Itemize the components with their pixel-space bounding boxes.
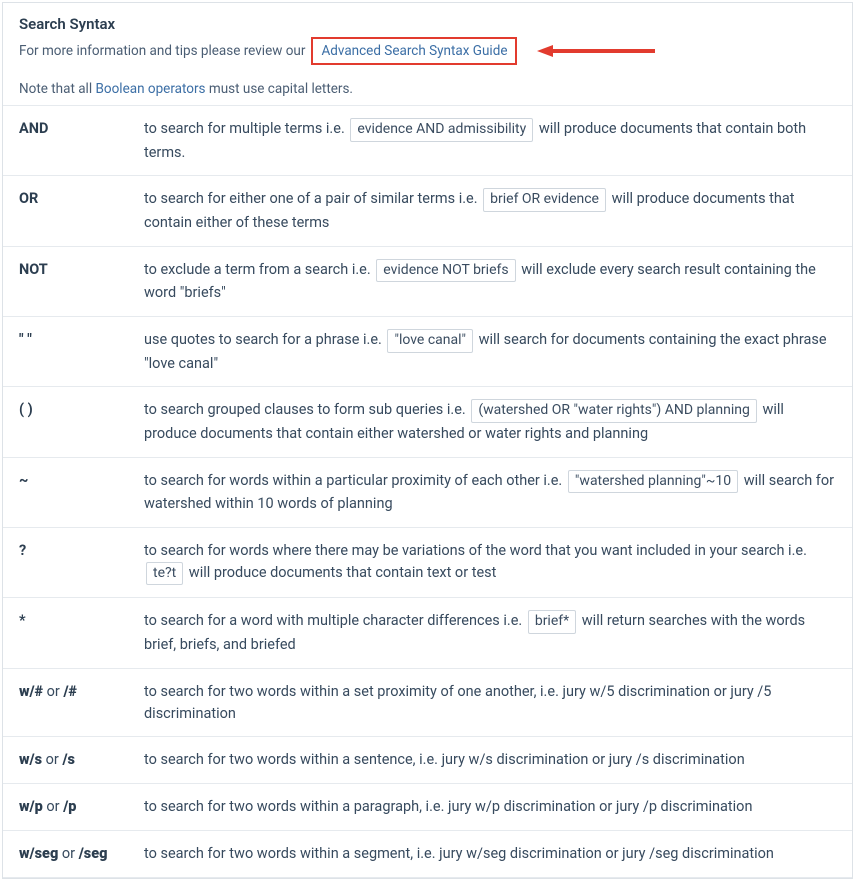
description-text: to search for either one of a pair of si… — [144, 190, 481, 207]
example-chip: "love canal" — [387, 329, 473, 353]
description-cell: to search for two words within a set pro… — [128, 668, 852, 737]
syntax-table: ANDto search for multiple terms i.e. evi… — [3, 105, 852, 878]
advanced-guide-link[interactable]: Advanced Search Syntax Guide — [321, 43, 507, 59]
search-syntax-panel: Search Syntax For more information and t… — [2, 2, 853, 879]
operator-cell: ~ — [3, 457, 128, 527]
operator-cell: w/p or /p — [3, 784, 128, 831]
description-cell: to search for a word with multiple chara… — [128, 598, 852, 668]
example-chip: "watershed planning"~10 — [568, 470, 738, 494]
panel-title: Search Syntax — [19, 15, 836, 33]
panel-subtitle: For more information and tips please rev… — [19, 37, 836, 65]
operator-cell: * — [3, 598, 128, 668]
operator-cell: ? — [3, 528, 128, 598]
description-text: to search for multiple terms i.e. — [144, 120, 348, 137]
guide-link-wrap: Advanced Search Syntax Guide — [309, 37, 665, 65]
example-chip: brief OR evidence — [483, 188, 606, 212]
guide-highlight-box: Advanced Search Syntax Guide — [311, 37, 517, 65]
table-row: * to search for a word with multiple char… — [3, 598, 852, 668]
subtitle-prefix: For more information and tips please rev… — [19, 43, 305, 59]
note-suffix: must use capital letters. — [206, 81, 353, 97]
table-row: NOTto exclude a term from a search i.e. … — [3, 246, 852, 316]
description-text: to search for words where there may be v… — [144, 542, 807, 559]
description-cell: to search for two words within a segment… — [128, 830, 852, 877]
table-row: w/p or /p to search for two words within … — [3, 784, 852, 831]
operator-cell: OR — [3, 176, 128, 246]
description-text: to search grouped clauses to form sub qu… — [144, 401, 469, 418]
description-text: to search for a word with multiple chara… — [144, 612, 526, 629]
arrow-annotation-icon — [535, 42, 665, 60]
operator-cell: w/s or /s — [3, 737, 128, 784]
operator-cell: " " — [3, 317, 128, 387]
operator-cell: ( ) — [3, 387, 128, 457]
description-cell: to search for multiple terms i.e. eviden… — [128, 106, 852, 176]
table-row: ANDto search for multiple terms i.e. evi… — [3, 106, 852, 176]
description-cell: to exclude a term from a search i.e. evi… — [128, 246, 852, 316]
note-prefix: Note that all — [19, 81, 95, 97]
description-text: to search for two words within a paragra… — [144, 798, 752, 815]
table-row: ~ to search for words within a particular… — [3, 457, 852, 527]
description-text: will produce documents that contain text… — [185, 564, 496, 581]
example-chip: (watershed OR "water rights") AND planni… — [471, 399, 757, 423]
panel-header: Search Syntax For more information and t… — [3, 3, 852, 71]
description-cell: to search for two words within a sentenc… — [128, 737, 852, 784]
description-cell: to search for two words within a paragra… — [128, 784, 852, 831]
description-text: to search for two words within a sentenc… — [144, 751, 745, 768]
example-chip: evidence NOT briefs — [376, 259, 515, 283]
example-chip: te?t — [146, 562, 183, 586]
table-row: w/s or /s to search for two words within … — [3, 737, 852, 784]
table-row: w/# or /# to search for two words within … — [3, 668, 852, 737]
description-cell: to search grouped clauses to form sub qu… — [128, 387, 852, 457]
table-row: " "use quotes to search for a phrase i.e… — [3, 317, 852, 387]
description-text: to search for two words within a set pro… — [144, 683, 771, 722]
description-cell: to search for either one of a pair of si… — [128, 176, 852, 246]
description-cell: to search for words where there may be v… — [128, 528, 852, 598]
operator-cell: AND — [3, 106, 128, 176]
operator-cell: w/# or /# — [3, 668, 128, 737]
example-chip: evidence AND admissibility — [350, 118, 533, 142]
table-row: ? to search for words where there may be … — [3, 528, 852, 598]
boolean-note: Note that all Boolean operators must use… — [3, 71, 852, 105]
operator-cell: NOT — [3, 246, 128, 316]
example-chip: brief* — [528, 610, 576, 634]
table-row: ( ) to search grouped clauses to form sub… — [3, 387, 852, 457]
description-cell: use quotes to search for a phrase i.e. "… — [128, 317, 852, 387]
boolean-operators-link[interactable]: Boolean operators — [95, 81, 205, 97]
description-text: to search for two words within a segment… — [144, 845, 774, 862]
description-text: to exclude a term from a search i.e. — [144, 261, 374, 278]
table-row: OR to search for either one of a pair of … — [3, 176, 852, 246]
description-cell: to search for words within a particular … — [128, 457, 852, 527]
description-text: to search for words within a particular … — [144, 472, 566, 489]
table-row: w/seg or /seg to search for two words wit… — [3, 830, 852, 877]
operator-cell: w/seg or /seg — [3, 830, 128, 877]
description-text: use quotes to search for a phrase i.e. — [144, 331, 385, 348]
